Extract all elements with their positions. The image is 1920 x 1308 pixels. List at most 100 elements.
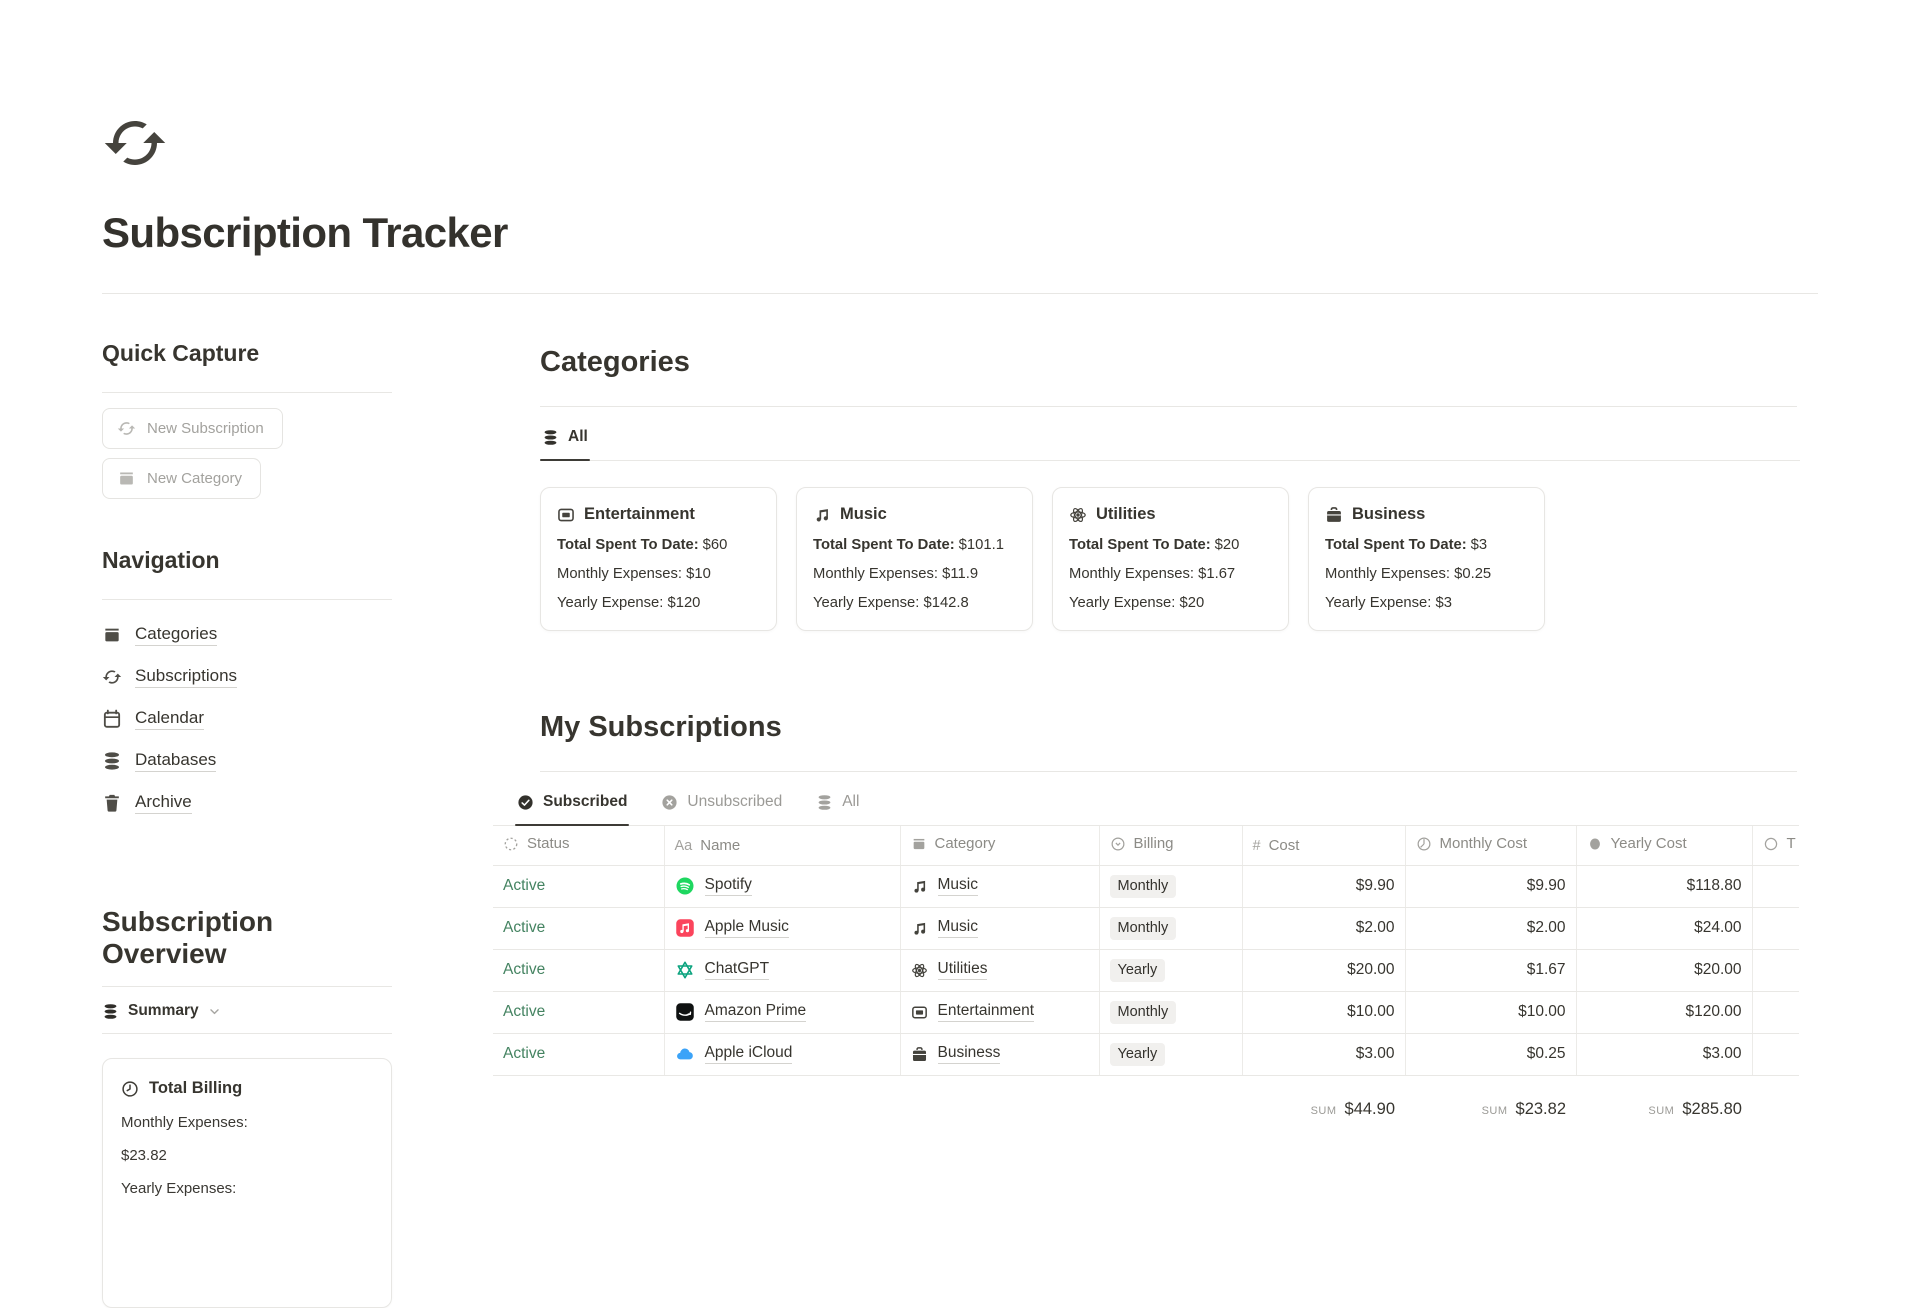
cost-cell[interactable]: $3.00 [1242, 1033, 1405, 1075]
name-cell[interactable]: Apple Music [664, 907, 900, 949]
yearly-cost-cell[interactable]: $20.00 [1576, 949, 1752, 991]
monthly-cost-cell[interactable]: $0.25 [1405, 1033, 1576, 1075]
category-cell[interactable]: Utilities [900, 949, 1099, 991]
check-circle-icon [517, 794, 534, 811]
total-billing-card[interactable]: Total Billing Monthly Expenses: $23.82 Y… [102, 1058, 392, 1308]
new-category-button[interactable]: New Category [102, 458, 261, 499]
category-cell[interactable]: Music [900, 865, 1099, 907]
cost-cell[interactable]: $10.00 [1242, 991, 1405, 1033]
extra-cell[interactable] [1752, 865, 1799, 907]
billing-cell[interactable]: Yearly [1099, 1033, 1242, 1075]
footer-empty [1752, 1075, 1799, 1129]
card-monthly: Monthly Expenses: $0.25 [1325, 566, 1528, 582]
content-layout: Quick Capture New Subscription New Categ… [102, 294, 1920, 1308]
subscriptions-tabbar: Subscribed Unsubscribed All [493, 772, 1799, 826]
category-cell[interactable]: Music [900, 907, 1099, 949]
column-header-category[interactable]: Category [900, 826, 1099, 865]
column-header-name[interactable]: AaName [664, 826, 900, 865]
column-header-cost[interactable]: #Cost [1242, 826, 1405, 865]
card-monthly: Monthly Expenses: $1.67 [1069, 566, 1272, 582]
extra-cell[interactable] [1752, 991, 1799, 1033]
card-yearly: Yearly Expense: $20 [1069, 595, 1272, 611]
tab-categories-all[interactable]: All [540, 428, 590, 460]
sidebar-item-categories[interactable]: Categories [102, 624, 392, 646]
tab-subscribed[interactable]: Subscribed [515, 793, 629, 825]
category-card-business[interactable]: Business Total Spent To Date:$3 Monthly … [1308, 487, 1545, 631]
monthly-cost-cell[interactable]: $10.00 [1405, 991, 1576, 1033]
column-header-truncated[interactable]: T [1752, 826, 1799, 865]
name-cell[interactable]: ChatGPT [664, 949, 900, 991]
card-name: Utilities [1096, 505, 1156, 524]
cost-cell[interactable]: $9.90 [1242, 865, 1405, 907]
status-cell[interactable]: Active [493, 865, 664, 907]
nav-label: Databases [135, 750, 216, 772]
main-content: Categories All Entertainment Total Spent… [540, 294, 1800, 1129]
monthly-cost-sum[interactable]: SUM$23.82 [1405, 1075, 1576, 1129]
total-spent-value: $101.1 [959, 537, 1004, 553]
sidebar-item-archive[interactable]: Archive [102, 792, 392, 814]
billing-cell[interactable]: Monthly [1099, 907, 1242, 949]
total-spent-label: Total Spent To Date: [813, 537, 955, 553]
yearly-cost-sum[interactable]: SUM$285.80 [1576, 1075, 1752, 1129]
category-card-entertainment[interactable]: Entertainment Total Spent To Date:$60 Mo… [540, 487, 777, 631]
column-header-monthly-cost[interactable]: Monthly Cost [1405, 826, 1576, 865]
sync-icon [117, 419, 136, 438]
my-subscriptions-heading: My Subscriptions [540, 711, 1800, 744]
category-card-music[interactable]: Music Total Spent To Date:$101.1 Monthly… [796, 487, 1033, 631]
quick-capture-heading: Quick Capture [102, 340, 392, 367]
category-cell[interactable]: Entertainment [900, 991, 1099, 1033]
monthly-cost-cell[interactable]: $9.90 [1405, 865, 1576, 907]
categories-heading: Categories [540, 346, 1800, 379]
sync-logo-icon[interactable] [102, 110, 168, 176]
card-monthly: Monthly Expenses: $11.9 [813, 566, 1016, 582]
sidebar-item-databases[interactable]: Databases [102, 750, 392, 772]
summary-view-tab[interactable]: Summary [102, 987, 392, 1033]
name-cell[interactable]: Amazon Prime [664, 991, 900, 1033]
footer-empty [493, 1075, 664, 1129]
new-subscription-button[interactable]: New Subscription [102, 408, 283, 449]
yearly-cost-cell[interactable]: $120.00 [1576, 991, 1752, 1033]
name-cell[interactable]: Apple iCloud [664, 1033, 900, 1075]
monthly-cost-cell[interactable]: $2.00 [1405, 907, 1576, 949]
billing-cell[interactable]: Monthly [1099, 991, 1242, 1033]
sidebar-item-calendar[interactable]: Calendar [102, 708, 392, 730]
extra-cell[interactable] [1752, 949, 1799, 991]
navigation-list: Categories Subscriptions Calendar Databa… [102, 624, 392, 814]
cost-sum[interactable]: SUM$44.90 [1242, 1075, 1405, 1129]
table-row-amazon-prime: Active Amazon Prime Entertainment Monthl… [493, 991, 1799, 1033]
category-card-utilities[interactable]: Utilities Total Spent To Date:$20 Monthl… [1052, 487, 1289, 631]
cost-cell[interactable]: $20.00 [1242, 949, 1405, 991]
column-header-status[interactable]: Status [493, 826, 664, 865]
navigation-heading: Navigation [102, 547, 392, 574]
extra-cell[interactable] [1752, 907, 1799, 949]
footer-empty [900, 1075, 1099, 1129]
status-cell[interactable]: Active [493, 949, 664, 991]
category-cell[interactable]: Business [900, 1033, 1099, 1075]
status-cell[interactable]: Active [493, 907, 664, 949]
divider [102, 1033, 392, 1034]
briefcase-icon [911, 1046, 928, 1063]
status-cell[interactable]: Active [493, 991, 664, 1033]
sidebar-item-subscriptions[interactable]: Subscriptions [102, 666, 392, 688]
spotify-icon [675, 876, 695, 896]
yearly-cost-cell[interactable]: $3.00 [1576, 1033, 1752, 1075]
divider [102, 599, 392, 600]
divider [102, 392, 392, 393]
extra-cell[interactable] [1752, 1033, 1799, 1075]
cost-cell[interactable]: $2.00 [1242, 907, 1405, 949]
name-cell[interactable]: Spotify [664, 865, 900, 907]
empty-circle-icon [1763, 836, 1779, 852]
status-cell[interactable]: Active [493, 1033, 664, 1075]
chatgpt-icon [675, 960, 695, 980]
column-header-billing[interactable]: Billing [1099, 826, 1242, 865]
tab-unsubscribed[interactable]: Unsubscribed [659, 793, 784, 825]
billing-cell[interactable]: Yearly [1099, 949, 1242, 991]
subscriptions-table: Status AaName Category Billing #Cost Mon… [493, 826, 1799, 1129]
monthly-cost-cell[interactable]: $1.67 [1405, 949, 1576, 991]
yearly-cost-cell[interactable]: $24.00 [1576, 907, 1752, 949]
tab-subscriptions-all[interactable]: All [814, 793, 861, 825]
column-header-yearly-cost[interactable]: Yearly Cost [1576, 826, 1752, 865]
yearly-cost-cell[interactable]: $118.80 [1576, 865, 1752, 907]
status-dashed-circle-icon [503, 836, 519, 852]
billing-cell[interactable]: Monthly [1099, 865, 1242, 907]
